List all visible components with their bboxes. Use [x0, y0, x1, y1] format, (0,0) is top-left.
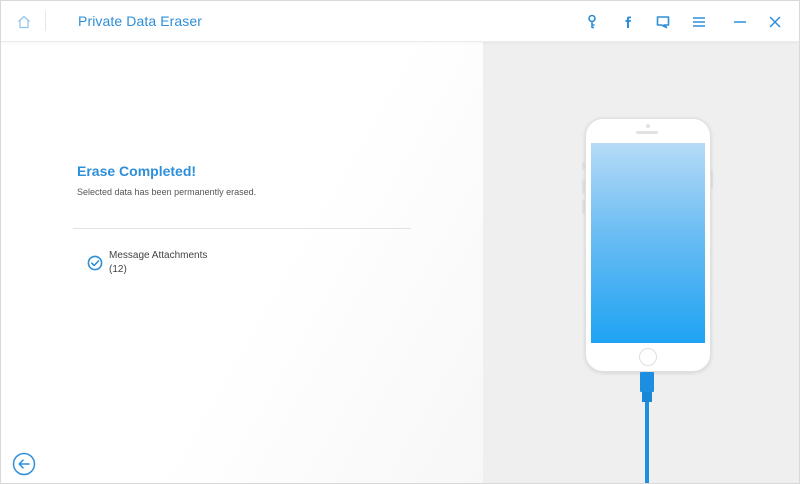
- check-circle-icon: [87, 255, 103, 271]
- phone-speaker: [636, 131, 658, 134]
- minimize-button[interactable]: [729, 11, 751, 33]
- minimize-icon: [734, 21, 746, 23]
- app-title: Private Data Eraser: [78, 13, 203, 29]
- device-pane: [483, 42, 799, 483]
- title-bar: Private Data Eraser: [1, 1, 799, 42]
- menu-icon: [693, 17, 705, 27]
- cable-neck: [642, 392, 652, 402]
- phone-illustration: [585, 118, 711, 372]
- erased-item: Message Attachments (12): [87, 250, 387, 280]
- register-button[interactable]: [581, 11, 603, 33]
- result-title: Erase Completed!: [77, 163, 197, 179]
- home-icon: [18, 15, 30, 29]
- key-icon: [588, 14, 596, 29]
- feedback-button[interactable]: [652, 11, 674, 33]
- phone-home-button: [639, 348, 657, 366]
- close-icon: [769, 16, 781, 28]
- usb-cable: [645, 402, 649, 483]
- phone-camera: [646, 124, 650, 128]
- menu-button[interactable]: [688, 11, 710, 33]
- close-button[interactable]: [764, 11, 786, 33]
- facebook-button[interactable]: [617, 11, 639, 33]
- item-count: (12): [109, 264, 127, 275]
- result-subtitle: Selected data has been permanently erase…: [77, 187, 257, 197]
- phone-screen: [591, 143, 705, 343]
- item-name: Message Attachments: [109, 250, 208, 261]
- app-window: Private Data Eraser Erase Completed! Sel…: [0, 0, 800, 484]
- home-button[interactable]: [13, 11, 35, 33]
- facebook-icon: [625, 16, 631, 28]
- back-arrow-icon: [12, 452, 36, 476]
- feedback-icon: [656, 16, 670, 29]
- back-button[interactable]: [12, 452, 36, 476]
- cable-connector: [640, 372, 654, 392]
- title-separator: [45, 11, 46, 31]
- divider: [73, 228, 411, 229]
